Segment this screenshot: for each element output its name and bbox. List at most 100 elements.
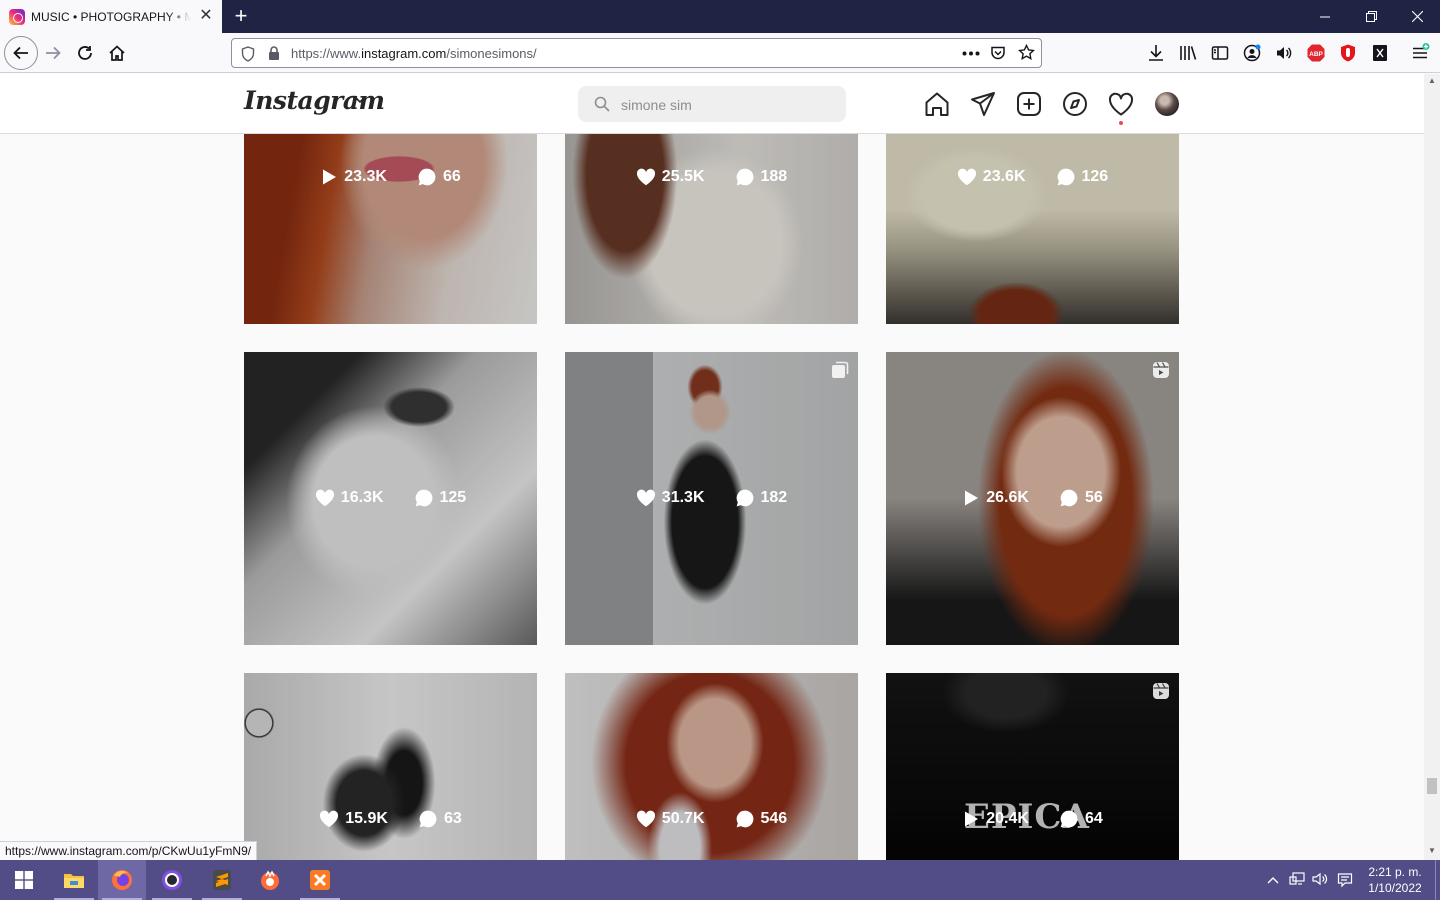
file-explorer-icon[interactable]	[50, 860, 98, 900]
reload-button[interactable]	[69, 37, 101, 69]
like-count: 50.7K	[636, 809, 705, 829]
scroll-up-arrow-icon[interactable]: ▲	[1424, 76, 1440, 88]
comment-count: 188	[735, 167, 787, 187]
post-stats: 16.3K 125	[244, 488, 537, 508]
browser-tab[interactable]: MUSIC • PHOTOGRAPHY • MAKEUP ✕	[0, 0, 222, 33]
pocket-icon[interactable]	[990, 45, 1006, 61]
post-tile[interactable]: EPICA	[886, 673, 1179, 860]
post-stats: 50.7K 546	[565, 809, 858, 829]
instagram-favicon-icon	[9, 8, 25, 25]
xampp-icon[interactable]	[296, 860, 344, 900]
carousel-icon	[831, 361, 849, 379]
post-tile[interactable]	[244, 673, 537, 860]
sublime-text-icon[interactable]	[198, 860, 246, 900]
lock-icon[interactable]	[268, 46, 280, 61]
activity-heart-icon[interactable]	[1108, 91, 1134, 117]
windows-start-button[interactable]	[0, 860, 48, 900]
heart-icon	[636, 168, 655, 186]
direct-messages-icon[interactable]	[970, 91, 996, 117]
url-bar[interactable]: https://www.instagram.com/simonesimons/	[231, 38, 1042, 68]
comment-icon	[1060, 489, 1078, 507]
post-tile[interactable]	[565, 134, 858, 324]
bookmark-star-icon[interactable]	[1018, 44, 1035, 61]
play-icon	[323, 169, 337, 185]
stat-value: 56	[1084, 489, 1103, 506]
speaker-icon[interactable]	[1274, 43, 1294, 63]
post-stats: 15.9K 63	[244, 809, 537, 829]
play-icon	[965, 490, 979, 506]
page-actions-icon[interactable]	[962, 51, 980, 56]
stat-value: 126	[1081, 168, 1109, 185]
shield-icon[interactable]	[241, 46, 255, 62]
scrollbar-thumb[interactable]	[1427, 778, 1437, 794]
post-tile[interactable]	[886, 134, 1179, 324]
play-icon	[965, 811, 979, 827]
heart-icon	[315, 489, 334, 507]
page-scrollbar[interactable]: ▲ ▼	[1424, 74, 1440, 860]
volume-icon[interactable]	[1312, 872, 1328, 888]
comment-count: 125	[414, 488, 466, 508]
post-stats: 20.4K 64	[886, 809, 1179, 829]
search-value: simone sim	[621, 97, 692, 113]
post-stats: 23.3K 66	[244, 167, 537, 187]
stat-value: 64	[1084, 810, 1103, 827]
extension-icon[interactable]	[1370, 43, 1390, 63]
browser-toolbar: https://www.instagram.com/simonesimons/ …	[0, 33, 1440, 73]
url-text[interactable]: https://www.instagram.com/simonesimons/	[291, 46, 537, 61]
comment-count: 126	[1056, 167, 1109, 187]
postman-icon[interactable]	[246, 860, 294, 900]
stat-value: 50.7K	[661, 810, 705, 827]
stat-value: 15.9K	[345, 810, 388, 827]
home-button[interactable]	[101, 37, 133, 69]
sidebar-icon[interactable]	[1210, 43, 1230, 63]
ublock-icon[interactable]	[1338, 43, 1358, 63]
comment-icon	[736, 489, 753, 507]
minimize-button[interactable]	[1302, 0, 1348, 33]
new-post-icon[interactable]	[1016, 91, 1042, 117]
search-input[interactable]: simone sim	[578, 86, 846, 122]
comment-count: 64	[1059, 809, 1103, 829]
new-tab-button[interactable]: +	[229, 4, 253, 28]
posts-grid: EPICA 23.3K 66 25.5K 188 23.6K 126 16.3K 125 31.…	[0, 134, 1424, 860]
close-window-button[interactable]	[1394, 0, 1440, 33]
profile-avatar[interactable]	[1155, 92, 1179, 116]
comment-count: 182	[735, 488, 788, 508]
chevron-down-icon[interactable]	[354, 96, 366, 104]
downloads-icon[interactable]	[1146, 43, 1166, 63]
forward-button[interactable]	[37, 37, 69, 69]
stat-value: 182	[760, 489, 788, 506]
post-stats: 25.5K 188	[565, 167, 858, 187]
comment-icon	[418, 168, 436, 186]
show-desktop-button[interactable]	[1435, 860, 1440, 900]
comment-icon	[415, 489, 432, 507]
menu-icon[interactable]	[1410, 43, 1430, 63]
home-icon[interactable]	[924, 91, 950, 117]
comment-icon	[736, 168, 753, 186]
scroll-down-arrow-icon[interactable]: ▼	[1424, 846, 1440, 858]
comment-count: 66	[417, 167, 461, 187]
notifications-icon[interactable]	[1337, 872, 1353, 888]
play-count: 26.6K	[962, 488, 1029, 508]
close-tab-icon[interactable]: ✕	[198, 8, 214, 24]
back-button[interactable]	[4, 36, 38, 70]
stat-value: 16.3K	[340, 489, 384, 506]
account-icon[interactable]	[1242, 43, 1262, 63]
post-stats: 23.6K 126	[886, 167, 1179, 187]
restore-button[interactable]	[1348, 0, 1394, 33]
tray-chevron-up-icon[interactable]	[1265, 872, 1281, 888]
stat-value: 546	[760, 810, 788, 827]
firefox-taskbar-icon[interactable]	[98, 860, 146, 900]
svg-text:ABP: ABP	[1309, 51, 1323, 58]
network-icon[interactable]	[1289, 872, 1305, 888]
explore-icon[interactable]	[1062, 91, 1088, 117]
comment-icon	[419, 810, 437, 828]
system-clock[interactable]: 2:21 p. m. 1/10/2022	[1360, 864, 1430, 896]
adblock-plus-icon[interactable]: ABP	[1306, 43, 1326, 63]
library-icon[interactable]	[1178, 43, 1198, 63]
post-tile[interactable]	[244, 134, 537, 324]
post-tile[interactable]	[565, 673, 858, 860]
github-desktop-icon[interactable]	[148, 860, 196, 900]
tab-title: MUSIC • PHOTOGRAPHY • MAKEUP	[31, 9, 191, 24]
comment-count: 63	[418, 809, 462, 829]
post-stats: 31.3K 182	[565, 488, 858, 508]
